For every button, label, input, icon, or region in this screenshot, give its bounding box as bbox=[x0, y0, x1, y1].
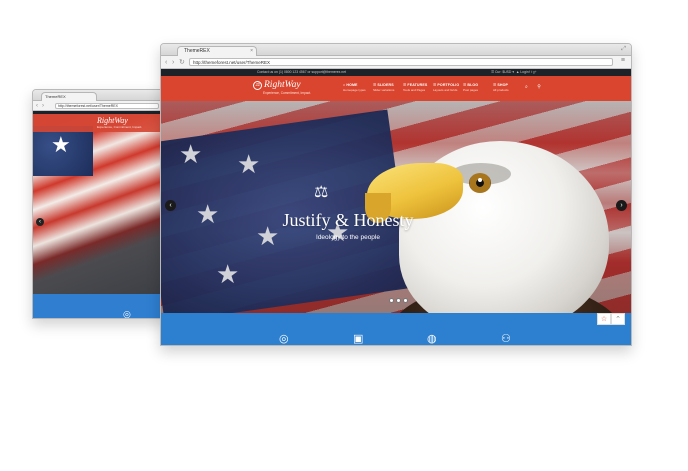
browser-menu-icon[interactable]: ≡ bbox=[621, 57, 625, 64]
back-address-bar: ‹ › http://themeforest.net/user/ThemeREX bbox=[33, 101, 167, 111]
tab-close-icon[interactable]: × bbox=[250, 47, 253, 56]
device-mockup-stage: ThemeREX ‹ › http://themeforest.net/user… bbox=[0, 0, 688, 471]
tab-bar: ThemeREX × ⤢ bbox=[161, 44, 631, 56]
nav-item-title: ☰ SHOP bbox=[493, 83, 509, 87]
back-features-band: ◎ bbox=[33, 294, 167, 319]
back-slider-prev-icon[interactable]: ‹ bbox=[36, 218, 44, 226]
eagle-eye-highlight bbox=[478, 178, 482, 182]
globe-icon: ◍ bbox=[427, 333, 437, 345]
nav-item-subtitle: Layouts and Grids bbox=[433, 88, 458, 92]
hero-subheadline: Ideology to the people bbox=[316, 234, 380, 241]
url-field[interactable]: http://themeforest.net/user/ThemeREX bbox=[189, 58, 613, 66]
back-nav-forward-icon[interactable]: › bbox=[42, 102, 44, 110]
slider-dot[interactable] bbox=[403, 298, 408, 303]
hero-headline: Justify & Honesty bbox=[282, 210, 414, 230]
scroll-to-top-icon[interactable]: ⌃ bbox=[611, 313, 625, 325]
nav-item-title: ☰ FEATURES bbox=[403, 83, 428, 87]
back-site-logo[interactable]: RightWay bbox=[97, 116, 128, 125]
nav-item-subtitle: Post pages bbox=[463, 88, 479, 92]
site-tagline: Experience, Commitment, Impact. bbox=[263, 91, 312, 95]
nav-item-subtitle: Tools and Pages bbox=[403, 88, 426, 92]
back-site-header: RightWay Experience, Commitment, Impact. bbox=[33, 114, 167, 132]
browser-tab-title: ThemeREX bbox=[184, 48, 210, 54]
nav-item-subtitle: Homepage types bbox=[343, 88, 366, 92]
site-topbar: Contact us on (1) 0800 123 4567 or suppo… bbox=[161, 69, 631, 76]
topbar-contact: Contact us on (1) 0800 123 4567 or suppo… bbox=[257, 70, 347, 74]
hero-slider: ★ ★ ★ ★ ★ ★ ⚖ Justify & Honesty Ideology… bbox=[161, 101, 631, 313]
nav-item-subtitle: Slider variations bbox=[373, 88, 395, 92]
back-browser-tab[interactable]: ThemeREX bbox=[41, 92, 97, 101]
corner-buttons: ☆ ⌃ bbox=[597, 313, 625, 325]
nav-item-features[interactable]: ☰ FEATURES Tools and Pages bbox=[403, 83, 433, 92]
nav-reload-icon[interactable]: ↻ bbox=[179, 58, 185, 67]
users-icon: ⚇ bbox=[501, 333, 511, 345]
back-target-icon: ◎ bbox=[123, 309, 131, 319]
slider-pagination bbox=[389, 298, 408, 303]
nav-item-title: ⌂ HOME bbox=[343, 83, 358, 87]
slider-dot[interactable] bbox=[389, 298, 394, 303]
scales-logo-icon: ⚖ bbox=[253, 81, 262, 90]
nav-item-title: ☰ PORTFOLIO bbox=[433, 83, 460, 87]
currency-selector[interactable]: ☰ Cur: $USD ▾ bbox=[491, 69, 514, 76]
slider-next-icon[interactable]: › bbox=[616, 200, 627, 211]
slider-dot[interactable] bbox=[396, 298, 401, 303]
target-icon: ◎ bbox=[279, 333, 289, 345]
back-nav-back-icon[interactable]: ‹ bbox=[36, 102, 38, 110]
site-logo[interactable]: ⚖ RightWay bbox=[253, 80, 301, 90]
nav-item-home[interactable]: ⌂ HOME Homepage types bbox=[343, 83, 373, 92]
nav-forward-icon[interactable]: › bbox=[172, 58, 174, 67]
nav-back-icon[interactable]: ‹ bbox=[165, 58, 167, 67]
social-links[interactable]: f t g+ bbox=[529, 69, 537, 76]
site-logo-text: RightWay bbox=[264, 80, 301, 90]
back-flag-star-icon: ★ bbox=[51, 132, 71, 157]
back-site-tagline: Experience, Commitment, Impact. bbox=[97, 125, 143, 129]
address-bar: ‹ › ↻ http://themeforest.net/user/ThemeR… bbox=[161, 56, 631, 69]
login-link[interactable]: ▲ Login bbox=[516, 69, 529, 76]
window-fullscreen-icon[interactable]: ⤢ bbox=[621, 46, 626, 53]
back-hero-slider: ★ RightWay Experience, Commitment, Impac… bbox=[33, 114, 167, 294]
features-band: ◎ ▣ ◍ ⚇ ☆ ⌃ bbox=[161, 313, 631, 345]
bookmark-star-icon[interactable]: ☆ bbox=[597, 313, 611, 325]
back-browser-window: ThemeREX ‹ › http://themeforest.net/user… bbox=[32, 89, 168, 319]
header-search-cart-icons[interactable]: ⌕ ⚲ bbox=[525, 84, 545, 90]
back-url-field[interactable]: http://themeforest.net/user/ThemeREX bbox=[55, 103, 159, 109]
browser-tab[interactable]: ThemeREX × bbox=[177, 46, 257, 56]
nav-item-portfolio[interactable]: ☰ PORTFOLIO Layouts and Grids bbox=[433, 83, 463, 92]
nav-item-sliders[interactable]: ☰ SLIDERS Slider variations bbox=[373, 83, 403, 92]
nav-item-title: ☰ BLOG bbox=[463, 83, 479, 87]
main-navigation: ⌂ HOME Homepage types ☰ SLIDERS Slider v… bbox=[343, 83, 523, 92]
eagle-eye bbox=[469, 173, 491, 193]
nav-item-title: ☰ SLIDERS bbox=[373, 83, 394, 87]
nav-item-subtitle: All products bbox=[493, 88, 509, 92]
back-tab-bar: ThemeREX bbox=[33, 90, 167, 101]
nav-item-blog[interactable]: ☰ BLOG Post pages bbox=[463, 83, 493, 92]
front-browser-window: ThemeREX × ⤢ ‹ › ↻ http://themeforest.ne… bbox=[160, 43, 632, 346]
briefcase-icon: ▣ bbox=[353, 333, 364, 345]
nav-item-shop[interactable]: ☰ SHOP All products bbox=[493, 83, 523, 92]
slider-prev-icon[interactable]: ‹ bbox=[165, 200, 176, 211]
scales-of-justice-icon: ⚖ bbox=[314, 184, 329, 201]
site-header: ⚖ RightWay Experience, Commitment, Impact… bbox=[161, 76, 631, 101]
